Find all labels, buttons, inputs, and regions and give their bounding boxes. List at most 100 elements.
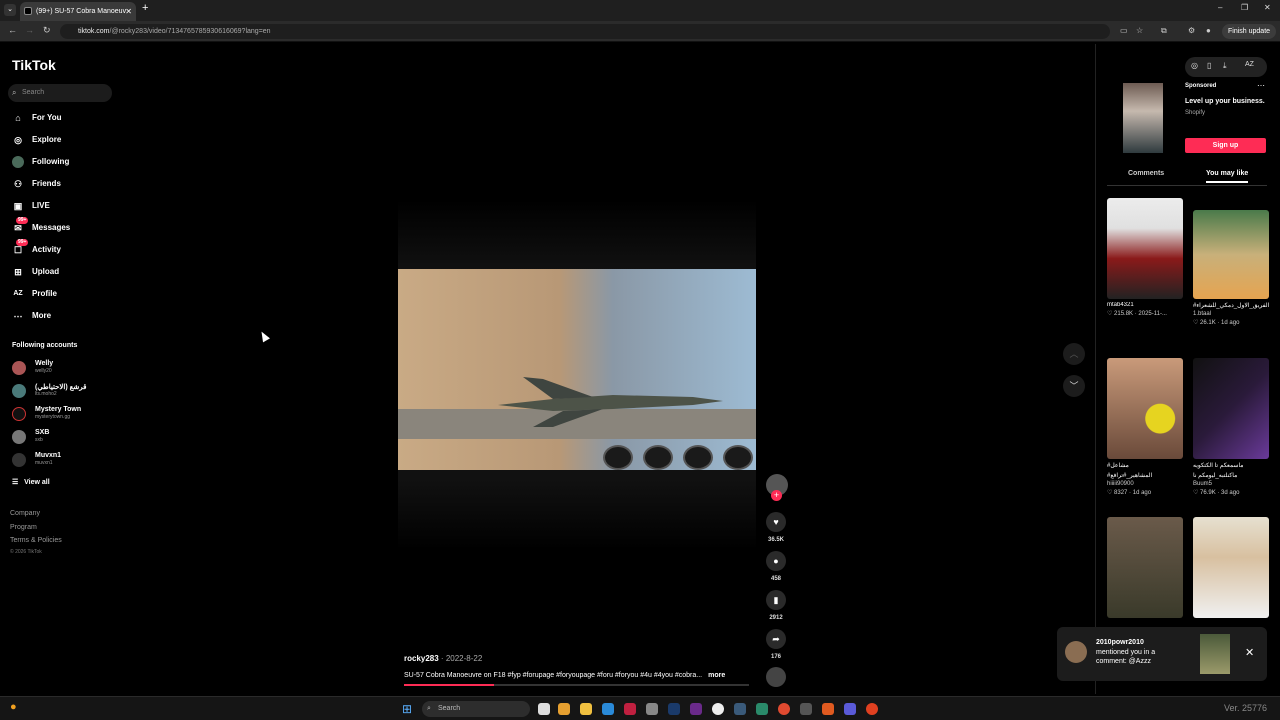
nav-explore[interactable]: ◎ Explore bbox=[10, 131, 120, 149]
chrome-icon[interactable] bbox=[558, 703, 570, 715]
previous-video-button[interactable]: ︿ bbox=[1063, 343, 1085, 365]
footer-link-company[interactable]: Company bbox=[10, 510, 40, 517]
avatar bbox=[12, 361, 26, 375]
following-accounts-title: Following accounts bbox=[12, 342, 78, 349]
edge-icon[interactable] bbox=[602, 703, 614, 715]
nav-for-you[interactable]: ⌂ For You bbox=[10, 109, 120, 127]
like-button[interactable]: ♥ bbox=[766, 512, 786, 532]
ad-options-icon[interactable]: ⋯ bbox=[1257, 81, 1265, 90]
profile-avatar-icon[interactable]: ● bbox=[1206, 26, 1211, 35]
suggested-video-card[interactable]: ماسمعكم تا الكتكويه ماكنلتبه_ليومكم نا B… bbox=[1193, 358, 1269, 496]
avatar bbox=[12, 430, 26, 444]
close-window-button[interactable]: ✕ bbox=[1264, 3, 1271, 12]
nav-following[interactable]: Following bbox=[10, 153, 120, 171]
app-icon[interactable] bbox=[646, 703, 658, 715]
nav-activity[interactable]: ☐ 99+ Activity bbox=[10, 239, 120, 259]
settings-icon[interactable]: ⚙ bbox=[1188, 26, 1195, 35]
app-icon[interactable] bbox=[712, 703, 724, 715]
device-icon[interactable]: ▯ bbox=[1207, 61, 1211, 70]
nav-more[interactable]: ⋯ More bbox=[10, 307, 120, 325]
app-icon[interactable] bbox=[800, 703, 812, 715]
save-button[interactable]: ▮ bbox=[766, 590, 786, 610]
bookmark-star-icon[interactable]: ☆ bbox=[1136, 26, 1143, 35]
forward-icon[interactable]: → bbox=[25, 25, 34, 35]
install-app-icon[interactable]: ▭ bbox=[1120, 26, 1128, 35]
nav-upload[interactable]: ⊞ Upload bbox=[10, 263, 120, 281]
app-icon[interactable] bbox=[624, 703, 636, 715]
video-thumbnail bbox=[1193, 210, 1269, 299]
discord-icon[interactable] bbox=[844, 703, 856, 715]
account-item[interactable]: قرشع (الاحتياطي) lts.moho2 bbox=[12, 382, 122, 400]
comment-icon: ● bbox=[773, 556, 779, 566]
account-item[interactable]: Muvxn1 muvxn1 bbox=[12, 451, 122, 469]
share-button[interactable]: ➦ bbox=[766, 629, 786, 649]
compass-icon[interactable]: ◎ bbox=[1191, 61, 1198, 70]
address-bar[interactable]: tiktok.com/@rocky283/video/7134765785930… bbox=[60, 24, 1110, 39]
close-tab-icon[interactable]: ✕ bbox=[125, 2, 132, 21]
minimize-button[interactable]: – bbox=[1218, 3, 1222, 12]
task-view-icon[interactable] bbox=[538, 703, 550, 715]
next-video-button[interactable]: ﹀ bbox=[1063, 375, 1085, 397]
suggested-video-card[interactable] bbox=[1193, 517, 1269, 618]
video-author[interactable]: rocky283 · 2022-8-22 bbox=[404, 654, 482, 663]
chevron-up-icon: ︿ bbox=[1069, 349, 1079, 359]
brave-icon[interactable] bbox=[822, 703, 834, 715]
account-name: قرشع (الاحتياطي) bbox=[35, 384, 87, 391]
suggested-video-card[interactable]: mtab4321 ♡ 215.8K · 2025-11-... bbox=[1107, 198, 1183, 317]
windows-start-icon[interactable]: ⊞ bbox=[402, 702, 412, 716]
nav-messages[interactable]: ✉ 99+ Messages bbox=[10, 217, 120, 237]
nav-friends[interactable]: ⚇ Friends bbox=[10, 175, 120, 193]
mention-notification[interactable]: 2010powr2010 mentioned you in a comment:… bbox=[1057, 627, 1267, 681]
suggested-video-card[interactable]: #الفريق_الاول_دمكي_للشعراء 1.btaal ♡ 26.… bbox=[1193, 210, 1269, 326]
nav-profile[interactable]: AZ Profile bbox=[10, 285, 120, 303]
comment-button[interactable]: ● bbox=[766, 551, 786, 571]
widgets-icon[interactable]: ● bbox=[10, 701, 17, 713]
extensions-icon[interactable]: ⧉ bbox=[1161, 26, 1167, 36]
follow-plus-button[interactable]: + bbox=[771, 490, 782, 501]
taskbar-search[interactable]: ⌕ Search bbox=[422, 701, 530, 717]
video-progress-bar[interactable] bbox=[404, 684, 749, 686]
nav-label: Following bbox=[32, 157, 70, 166]
tab-you-may-like[interactable]: You may like bbox=[1206, 170, 1249, 183]
caption-more-button[interactable]: more bbox=[708, 672, 725, 679]
profile-badge-icon[interactable]: AZ bbox=[1245, 61, 1254, 68]
account-item[interactable]: Mystery Town mysterytown.gg bbox=[12, 405, 122, 423]
footer-link-terms[interactable]: Terms & Policies bbox=[10, 537, 62, 544]
footer-link-program[interactable]: Program bbox=[10, 524, 37, 531]
nav-label: More bbox=[32, 311, 52, 320]
app-icon[interactable] bbox=[690, 703, 702, 715]
video-frame[interactable] bbox=[398, 269, 756, 470]
app-icon[interactable] bbox=[866, 703, 878, 715]
account-item[interactable]: Welly welly20 bbox=[12, 359, 122, 377]
new-tab-button[interactable]: + bbox=[142, 2, 148, 14]
download-icon[interactable]: ⤓ bbox=[1223, 61, 1227, 71]
app-icon[interactable] bbox=[756, 703, 768, 715]
back-icon[interactable]: ← bbox=[8, 25, 17, 35]
suggested-video-card[interactable]: #مشاعل #المشاهير_#ترافع hiiiii90900 ♡ 83… bbox=[1107, 358, 1183, 496]
tiktok-logo[interactable]: TikTok bbox=[12, 57, 56, 73]
maximize-button[interactable]: ❐ bbox=[1241, 3, 1248, 12]
tab-comments[interactable]: Comments bbox=[1128, 170, 1164, 177]
steam-icon[interactable] bbox=[668, 703, 680, 715]
suggested-video-card[interactable] bbox=[1107, 517, 1183, 618]
reload-icon[interactable]: ↻ bbox=[43, 25, 51, 36]
file-explorer-icon[interactable] bbox=[580, 703, 592, 715]
search-input[interactable]: ⌕ Search bbox=[8, 84, 112, 102]
account-item[interactable]: SXB sxb bbox=[12, 428, 122, 446]
save-count: 2912 bbox=[769, 615, 783, 621]
app-icon[interactable] bbox=[734, 703, 746, 715]
notification-comment: comment: @Azzz bbox=[1096, 658, 1151, 665]
view-all-link[interactable]: ☰ View all bbox=[12, 478, 50, 486]
avatar bbox=[12, 407, 26, 421]
ad-thumbnail[interactable] bbox=[1123, 83, 1163, 153]
profile-icon: AZ bbox=[13, 290, 23, 297]
close-icon[interactable]: ✕ bbox=[1245, 646, 1254, 659]
finish-update-button[interactable]: Finish update bbox=[1222, 24, 1277, 39]
sound-disc-button[interactable] bbox=[766, 667, 786, 687]
browser-tab[interactable]: (99+) SU-57 Cobra Manoeuv ✕ bbox=[20, 2, 136, 21]
view-all-label: View all bbox=[24, 479, 50, 486]
nav-live[interactable]: ▣ LIVE bbox=[10, 197, 120, 215]
tab-search-button[interactable]: ⌄ bbox=[4, 4, 16, 16]
app-icon[interactable] bbox=[778, 703, 790, 715]
signup-button[interactable]: Sign up bbox=[1185, 138, 1266, 153]
